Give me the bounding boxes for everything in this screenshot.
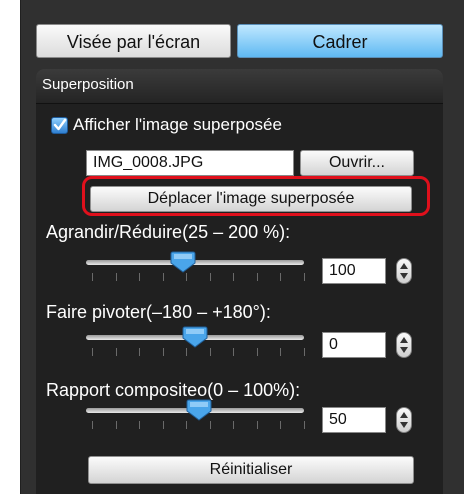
open-button[interactable]: Ouvrir... xyxy=(300,150,414,176)
slider-tick xyxy=(139,421,141,429)
checkmark-icon xyxy=(53,118,67,131)
slider-tick xyxy=(209,421,211,429)
slider-tick xyxy=(304,421,305,429)
slider-tick xyxy=(92,273,93,281)
slider-tick xyxy=(233,348,235,356)
slider-tick xyxy=(186,273,188,281)
tab-live-view[interactable]: Visée par l'écran xyxy=(36,24,231,58)
tab-framing[interactable]: Cadrer xyxy=(237,24,443,58)
slider-tick xyxy=(162,421,164,429)
rotate-slider-ticks xyxy=(92,348,305,356)
slider-tick xyxy=(162,348,164,356)
slider-tick xyxy=(115,348,117,356)
slider-tick xyxy=(115,421,117,429)
opacity-stepper-arrows-icon[interactable] xyxy=(396,407,412,433)
opacity-value-field[interactable]: 50 xyxy=(322,407,386,433)
opacity-slider-label: Rapport compositeo(0 – 100%): xyxy=(46,380,301,400)
slider-tick xyxy=(280,273,282,281)
slider-tick xyxy=(162,273,164,281)
rotate-value-field[interactable]: 0 xyxy=(322,332,386,358)
slider-tick xyxy=(280,348,282,356)
slider-tick xyxy=(139,273,141,281)
zoom-stepper-arrows-icon[interactable] xyxy=(396,258,412,284)
slider-tick xyxy=(115,273,117,281)
show-overlay-checkbox[interactable] xyxy=(51,117,68,134)
opacity-slider-ticks xyxy=(92,421,305,429)
slider-tick xyxy=(209,348,211,356)
show-overlay-label: Afficher l'image superposée xyxy=(73,115,282,134)
slider-tick xyxy=(304,273,305,281)
slider-tick xyxy=(280,421,282,429)
overlay-file-field[interactable]: IMG_0008.JPG xyxy=(86,150,294,176)
rotate-slider-knob-icon[interactable] xyxy=(182,325,208,349)
zoom-slider-knob-icon[interactable] xyxy=(170,250,196,274)
zoom-slider-ticks xyxy=(92,273,305,281)
slider-tick xyxy=(139,348,141,356)
slider-tick xyxy=(256,421,258,429)
section-title: Superposition xyxy=(42,76,134,93)
move-overlay-button[interactable]: Déplacer l'image superposée xyxy=(90,186,412,212)
rotate-stepper-arrows-icon[interactable] xyxy=(396,332,412,358)
slider-tick xyxy=(304,348,305,356)
slider-tick xyxy=(209,273,211,281)
opacity-slider-knob-icon[interactable] xyxy=(186,398,212,422)
slider-tick xyxy=(256,348,258,356)
slider-tick xyxy=(92,421,93,429)
rotate-slider-label: Faire pivoter(–180 – +180°): xyxy=(46,302,271,322)
slider-tick xyxy=(186,348,188,356)
reset-button[interactable]: Réinitialiser xyxy=(88,456,414,484)
slider-tick xyxy=(233,421,235,429)
slider-tick xyxy=(233,273,235,281)
zoom-value-field[interactable]: 100 xyxy=(322,258,386,284)
zoom-slider-label: Agrandir/Réduire(25 – 200 %): xyxy=(46,222,291,242)
slider-tick xyxy=(256,273,258,281)
slider-tick xyxy=(186,421,188,429)
slider-tick xyxy=(92,348,93,356)
